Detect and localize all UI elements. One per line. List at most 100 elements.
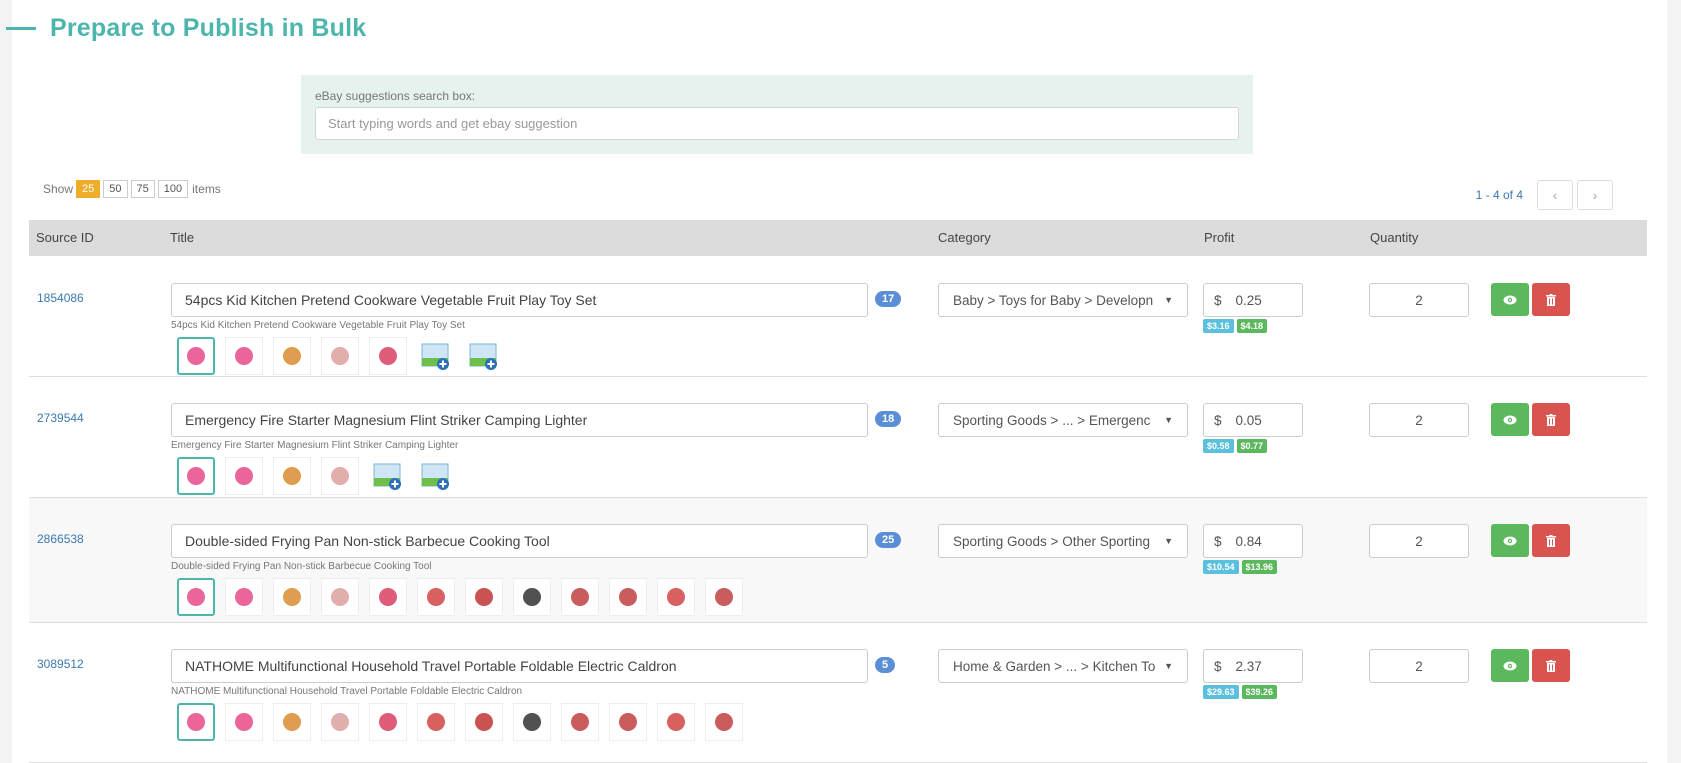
header-category: Category bbox=[938, 230, 991, 245]
source-id-link[interactable]: 3089512 bbox=[37, 657, 84, 671]
table-row: 2739544 18 Emergency Fire Starter Magnes… bbox=[29, 377, 1647, 498]
product-image-icon bbox=[331, 713, 349, 731]
product-thumbnail[interactable] bbox=[705, 703, 743, 741]
product-thumbnail[interactable] bbox=[225, 457, 263, 495]
ebay-suggestions-label: eBay suggestions search box: bbox=[315, 89, 476, 103]
product-thumbnail[interactable] bbox=[369, 337, 407, 375]
product-thumbnail[interactable] bbox=[705, 578, 743, 616]
add-image-button[interactable] bbox=[369, 457, 407, 495]
preview-button[interactable] bbox=[1491, 283, 1529, 316]
delete-button[interactable] bbox=[1532, 649, 1570, 682]
product-image-icon bbox=[235, 588, 253, 606]
next-page-button[interactable]: › bbox=[1577, 180, 1613, 210]
product-thumbnail[interactable] bbox=[321, 337, 359, 375]
source-id-link[interactable]: 2739544 bbox=[37, 411, 84, 425]
page-size-75[interactable]: 75 bbox=[130, 180, 155, 198]
delete-button[interactable] bbox=[1532, 403, 1570, 436]
price-tag-cost: $10.54 bbox=[1203, 560, 1239, 574]
product-thumbnail[interactable] bbox=[657, 703, 695, 741]
page-title: Prepare to Publish in Bulk bbox=[50, 13, 367, 42]
profit-value: 2.37 bbox=[1235, 658, 1262, 674]
page-size-50[interactable]: 50 bbox=[103, 180, 128, 198]
title-input[interactable] bbox=[171, 649, 868, 683]
pagination: 1 - 4 of 4 ‹ › bbox=[1476, 180, 1613, 210]
prev-page-button[interactable]: ‹ bbox=[1537, 180, 1573, 210]
product-thumbnail[interactable] bbox=[177, 703, 215, 741]
category-select[interactable]: Sporting Goods > ... > Emergenc ▼ bbox=[938, 403, 1188, 437]
source-id-link[interactable]: 2866538 bbox=[37, 532, 84, 546]
product-thumbnail[interactable] bbox=[225, 703, 263, 741]
product-thumbnail[interactable] bbox=[561, 578, 599, 616]
category-select[interactable]: Baby > Toys for Baby > Developn ▼ bbox=[938, 283, 1188, 317]
product-thumbnail[interactable] bbox=[609, 578, 647, 616]
product-thumbnail[interactable] bbox=[465, 703, 503, 741]
product-thumbnail[interactable] bbox=[225, 337, 263, 375]
quantity-input[interactable] bbox=[1369, 283, 1469, 317]
product-thumbnail[interactable] bbox=[513, 578, 551, 616]
product-thumbnail[interactable] bbox=[177, 337, 215, 375]
title-input[interactable] bbox=[171, 524, 868, 558]
category-select[interactable]: Home & Garden > ... > Kitchen To ▼ bbox=[938, 649, 1188, 683]
product-image-icon bbox=[427, 588, 445, 606]
quantity-input[interactable] bbox=[1369, 403, 1469, 437]
table-row: 3089512 5 NATHOME Multifunctional Househ… bbox=[29, 623, 1647, 763]
product-thumbnail[interactable] bbox=[321, 457, 359, 495]
product-thumbnail[interactable] bbox=[273, 457, 311, 495]
add-image-button[interactable] bbox=[417, 337, 455, 375]
preview-button[interactable] bbox=[1491, 524, 1529, 557]
product-thumbnail[interactable] bbox=[369, 703, 407, 741]
product-thumbnail[interactable] bbox=[417, 578, 455, 616]
quantity-input[interactable] bbox=[1369, 649, 1469, 683]
price-tag-cost: $0.58 bbox=[1203, 439, 1234, 453]
product-image-icon bbox=[715, 588, 733, 606]
product-image-icon bbox=[379, 347, 397, 365]
add-image-icon bbox=[421, 343, 449, 370]
price-tags: $29.63 $39.26 bbox=[1203, 685, 1280, 699]
ebay-suggestions-input[interactable] bbox=[315, 107, 1239, 140]
add-image-button[interactable] bbox=[417, 457, 455, 495]
product-thumbnail[interactable] bbox=[225, 578, 263, 616]
delete-button[interactable] bbox=[1532, 524, 1570, 557]
product-thumbnail[interactable] bbox=[465, 578, 503, 616]
product-thumbnail[interactable] bbox=[273, 578, 311, 616]
trash-icon bbox=[1546, 413, 1556, 426]
product-image-icon bbox=[715, 713, 733, 731]
product-image-icon bbox=[187, 588, 205, 606]
product-thumbnail[interactable] bbox=[417, 703, 455, 741]
category-select[interactable]: Sporting Goods > Other Sporting ▼ bbox=[938, 524, 1188, 558]
product-thumbnail[interactable] bbox=[273, 703, 311, 741]
product-thumbnail[interactable] bbox=[321, 578, 359, 616]
dropdown-arrow-icon: ▼ bbox=[1164, 295, 1173, 305]
product-image-icon bbox=[379, 713, 397, 731]
profit-input[interactable]: $ 0.05 bbox=[1203, 403, 1303, 437]
product-thumbnail[interactable] bbox=[177, 457, 215, 495]
header-title: Title bbox=[170, 230, 195, 245]
product-thumbnail[interactable] bbox=[561, 703, 599, 741]
profit-input[interactable]: $ 0.25 bbox=[1203, 283, 1303, 317]
product-thumbnail[interactable] bbox=[657, 578, 695, 616]
product-image-icon bbox=[235, 347, 253, 365]
page-size-25[interactable]: 25 bbox=[76, 180, 101, 198]
product-thumbnail[interactable] bbox=[369, 578, 407, 616]
dropdown-arrow-icon: ▼ bbox=[1164, 661, 1173, 671]
delete-button[interactable] bbox=[1532, 283, 1570, 316]
title-input[interactable] bbox=[171, 403, 868, 437]
product-thumbnail[interactable] bbox=[177, 578, 215, 616]
product-thumbnail[interactable] bbox=[321, 703, 359, 741]
product-thumbnail[interactable] bbox=[609, 703, 647, 741]
profit-input[interactable]: $ 2.37 bbox=[1203, 649, 1303, 683]
product-thumbnail[interactable] bbox=[513, 703, 551, 741]
profit-input[interactable]: $ 0.84 bbox=[1203, 524, 1303, 558]
quantity-input[interactable] bbox=[1369, 524, 1469, 558]
preview-button[interactable] bbox=[1491, 649, 1529, 682]
page-size-100[interactable]: 100 bbox=[157, 180, 189, 198]
add-image-button[interactable] bbox=[465, 337, 503, 375]
product-image-icon bbox=[667, 713, 685, 731]
product-thumbnail[interactable] bbox=[273, 337, 311, 375]
source-id-link[interactable]: 1854086 bbox=[37, 291, 84, 305]
preview-button[interactable] bbox=[1491, 403, 1529, 436]
product-image-icon bbox=[283, 467, 301, 485]
currency-symbol: $ bbox=[1214, 658, 1222, 674]
title-input[interactable] bbox=[171, 283, 868, 317]
product-image-icon bbox=[187, 713, 205, 731]
